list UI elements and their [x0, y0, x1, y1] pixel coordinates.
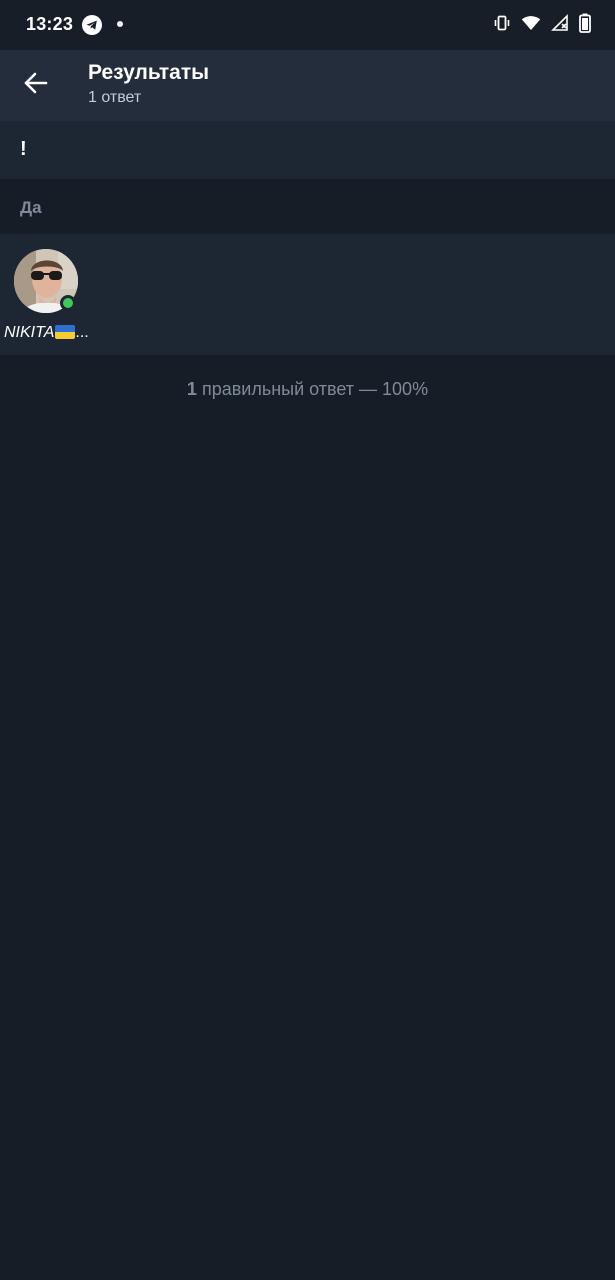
- battery-icon: [579, 13, 591, 38]
- option-label: Да: [20, 198, 42, 217]
- name-truncation: ...: [75, 324, 89, 341]
- back-button[interactable]: [16, 64, 56, 106]
- cellular-signal-icon: [551, 13, 569, 37]
- voter-name: NIKITA...: [4, 324, 100, 342]
- ukraine-flag-icon: [55, 325, 76, 339]
- page-title: Результаты: [88, 61, 210, 84]
- poll-question: !: [0, 121, 615, 179]
- status-time: 13:23: [26, 14, 74, 34]
- vibrate-icon: [493, 14, 511, 37]
- correct-answer-text: правильный ответ — 100%: [201, 379, 429, 399]
- poll-results-screen: 13:23 Результаты 1 ответ ! Да NIKITA ...…: [0, 0, 615, 1280]
- voter-item[interactable]: NIKITA...: [0, 234, 100, 355]
- status-bar: 13:23: [0, 0, 615, 50]
- telegram-icon: [82, 15, 102, 35]
- voters-list: NIKITA...: [0, 234, 615, 355]
- notification-dot-icon: [117, 21, 123, 27]
- option-header: Да: [0, 179, 615, 234]
- app-bar: Результаты 1 ответ: [0, 50, 615, 121]
- answer-count: 1 ответ: [88, 89, 142, 106]
- correct-answer-stat: 1 правильный ответ — 100%: [0, 379, 615, 400]
- voter-name-text: NIKITA: [4, 324, 55, 341]
- question-text: !: [20, 138, 27, 160]
- wifi-icon: [521, 14, 541, 37]
- online-indicator: [60, 295, 76, 311]
- correct-count: 1: [186, 379, 197, 399]
- status-icons: [493, 13, 591, 38]
- arrow-left-icon: [23, 70, 49, 101]
